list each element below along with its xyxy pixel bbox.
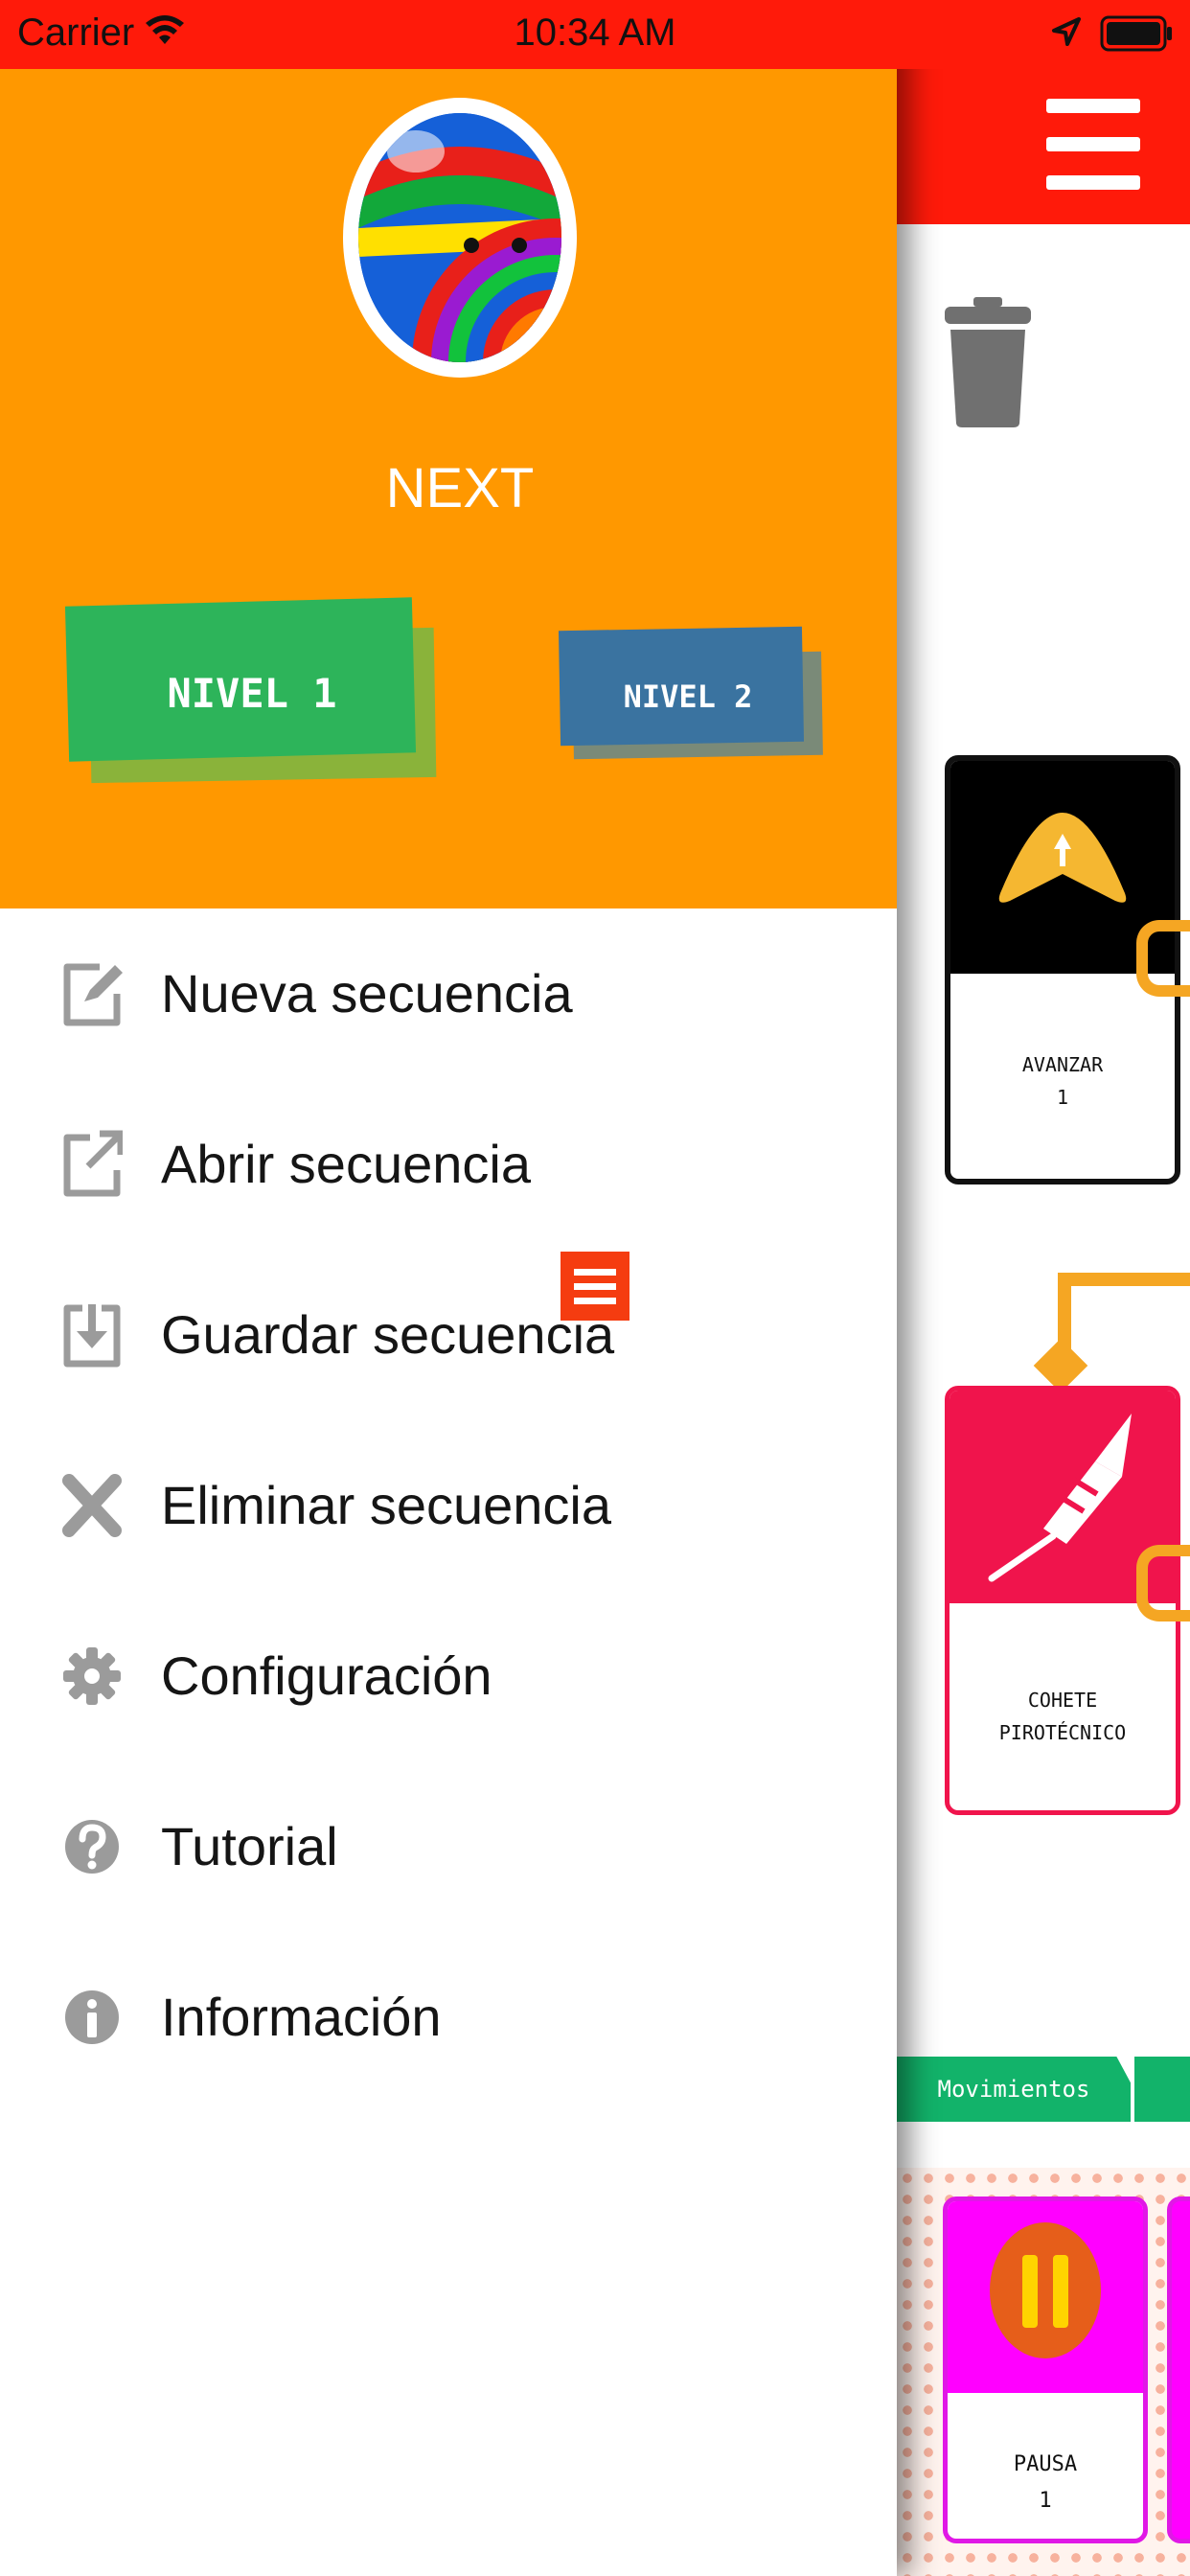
level-2-button[interactable]: NIVEL 2 (558, 626, 823, 767)
card-value: 1 (1056, 1086, 1069, 1109)
menu-item-tutorial[interactable]: Tutorial (0, 1761, 897, 1932)
menu-label: Eliminar secuencia (161, 1475, 611, 1535)
sequence-connector (1058, 1273, 1190, 1286)
tab-movimientos[interactable]: Movimientos (897, 2057, 1131, 2122)
trash-icon[interactable] (945, 297, 1031, 427)
card-label: AVANZAR (1021, 1053, 1104, 1076)
menu-label: Configuración (161, 1645, 492, 1706)
status-time: 10:34 AM (514, 12, 676, 54)
hamburger-menu-icon[interactable] (1046, 99, 1140, 191)
app-title: NEXT (385, 457, 535, 519)
tab-next-category[interactable] (1134, 2057, 1190, 2122)
arrow-up-icon (998, 813, 1127, 903)
card-label-line2: PIROTÉCNICO (998, 1721, 1127, 1744)
menu-label: Información (161, 1987, 442, 2047)
menu-label: Abrir secuencia (161, 1134, 531, 1194)
connector-hook (1136, 1545, 1190, 1622)
save-icon (63, 1304, 121, 1368)
pause-icon (990, 2222, 1101, 2358)
drawer-header: NEXT NIVEL 1 NIVEL 2 (0, 69, 897, 908)
battery-icon (1100, 15, 1172, 52)
block-value: 1 (1039, 2489, 1052, 2513)
edit-icon (63, 963, 123, 1026)
level-1-button[interactable]: NIVEL 1 (64, 597, 443, 790)
menu-label: Guardar secuencia (161, 1304, 615, 1365)
menu-item-guardar-secuencia[interactable]: Guardar secuencia (0, 1250, 897, 1420)
menu-item-informacion[interactable]: Información (0, 1932, 897, 2103)
open-external-icon (63, 1130, 123, 1197)
menu-item-eliminar-secuencia[interactable]: Eliminar secuencia (0, 1420, 897, 1591)
pausa-block[interactable]: PAUSA 1 (943, 2196, 1148, 2543)
category-tabs: Movimientos (897, 2057, 1190, 2126)
gear-icon (63, 1647, 121, 1705)
hamburger-badge-icon[interactable] (561, 1252, 629, 1321)
menu-item-abrir-secuencia[interactable]: Abrir secuencia (0, 1079, 897, 1250)
rocket-icon (988, 1414, 1132, 1582)
card-label: COHETE (1027, 1689, 1098, 1712)
palette-block-partial[interactable] (1167, 2196, 1190, 2543)
status-bar: Carrier 10:34 AM (0, 0, 1190, 69)
level-2-label: NIVEL 2 (623, 678, 753, 715)
location-arrow-icon (1052, 17, 1081, 46)
help-icon (65, 1820, 119, 1874)
menu-item-nueva-secuencia[interactable]: Nueva secuencia (0, 908, 897, 1079)
level-1-label: NIVEL 1 (167, 670, 337, 717)
info-icon (65, 1990, 119, 2044)
menu-item-configuracion[interactable]: Configuración (0, 1591, 897, 1761)
close-icon (62, 1474, 122, 1537)
connector-hook (1136, 920, 1190, 997)
menu-label: Tutorial (161, 1816, 338, 1876)
block-label: PAUSA (1013, 2452, 1078, 2476)
app-logo (343, 98, 577, 378)
connector-joint (1033, 1338, 1088, 1393)
side-drawer: NEXT NIVEL 1 NIVEL 2 Nueva secuencia Abr… (0, 0, 897, 2576)
rainbow-logo-icon (358, 113, 561, 362)
sequence-editor: AVANZAR 1 COHETE PIROTÉCNICO Movimientos (897, 0, 1190, 2576)
menu-label: Nueva secuencia (161, 963, 573, 1024)
